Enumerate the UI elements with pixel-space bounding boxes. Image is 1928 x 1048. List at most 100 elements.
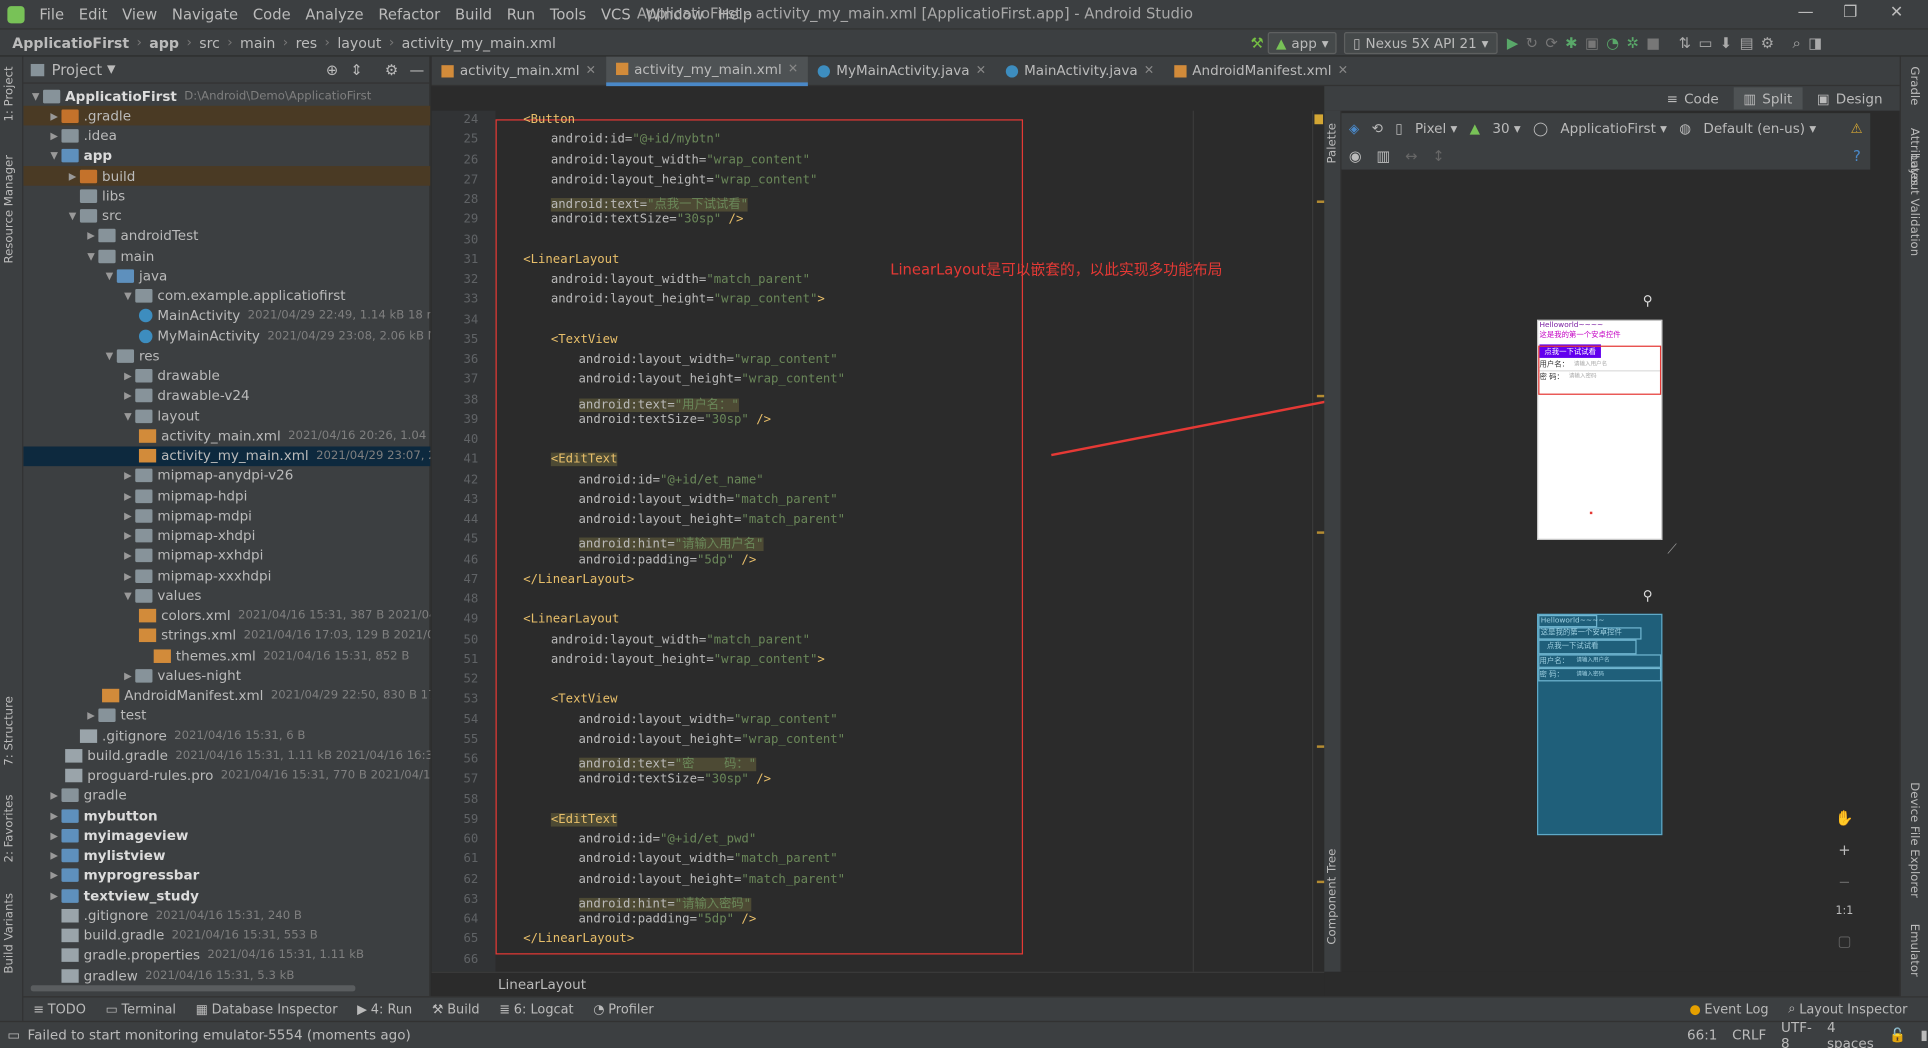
palette-tool-label[interactable]: Palette — [1326, 123, 1340, 163]
chevron-right-icon[interactable]: ▶ — [47, 890, 62, 901]
tree-item[interactable]: gradle.properties 2021/04/16 15:31, 1.11 … — [23, 946, 430, 966]
device-manager-icon[interactable]: ▤ — [1739, 32, 1753, 54]
tree-item[interactable]: ▶ build — [23, 166, 431, 186]
tree-item[interactable]: ▶ androidTest — [23, 226, 430, 246]
collapse-all-icon[interactable]: ⇕ — [350, 61, 362, 78]
structure-tool-label[interactable]: 7: Structure — [2, 696, 16, 765]
code-line[interactable]: android:padding="5dp" /> — [579, 553, 757, 567]
apply-code-icon[interactable]: ⟳ — [1545, 32, 1557, 54]
layout-validation-tool-label[interactable]: Layout Validation — [1907, 155, 1921, 256]
sdk-manager-icon[interactable]: ⬇ — [1720, 32, 1732, 54]
chevron-down-icon[interactable]: ▼ — [84, 250, 99, 261]
maximize-icon[interactable]: ❐ — [1843, 4, 1857, 22]
debug-icon[interactable]: ✱ — [1565, 32, 1577, 54]
tree-item[interactable]: ▶ mipmap-xxhdpi — [23, 546, 430, 566]
tree-item[interactable]: ▼ com.example.applicatiofirst — [23, 286, 430, 306]
attach-debugger-icon[interactable]: ✲ — [1626, 32, 1638, 54]
run-icon[interactable]: ▶ — [1507, 32, 1518, 54]
close-tab-icon[interactable]: ✕ — [586, 64, 596, 78]
chevron-right-icon[interactable]: ▶ — [121, 530, 136, 541]
code-line[interactable]: android:layout_height="wrap_content" — [551, 173, 818, 187]
ide-logo-icon[interactable]: ◨ — [1808, 32, 1822, 54]
tree-item[interactable]: ▶ mipmap-mdpi — [23, 506, 430, 526]
component-tree-tool-label[interactable]: Component Tree — [1326, 849, 1340, 945]
code-line[interactable]: android:id="@+id/mybtn" — [551, 133, 721, 147]
profile-icon[interactable]: ◔ — [1606, 32, 1619, 54]
view-mode-design[interactable]: ▣ Design — [1807, 87, 1892, 109]
breadcrumb-item[interactable]: src — [199, 34, 220, 51]
orientation-icon[interactable]: ⟲ — [1372, 120, 1383, 136]
code-line[interactable]: android:hint="请输入密码" — [578, 893, 752, 912]
eye-icon[interactable]: ◉ — [1349, 148, 1362, 165]
tool-database-inspector[interactable]: ▦ Database Inspector — [196, 1002, 338, 1017]
chevron-down-icon[interactable]: ▼ — [28, 90, 43, 101]
tool-6-logcat[interactable]: ≣ 6: Logcat — [499, 1002, 573, 1017]
design-device-select[interactable]: Pixel ▾ — [1415, 120, 1457, 136]
tree-item[interactable]: .gitignore 2021/04/16 15:31, 240 B — [23, 906, 430, 926]
tree-item[interactable]: ▶ gradle — [23, 786, 430, 806]
tree-item[interactable]: strings.xml 2021/04/16 17:03, 129 B 2021/… — [23, 626, 430, 646]
tree-item[interactable]: ▶ .idea — [23, 126, 430, 146]
chevron-down-icon[interactable]: ▼ — [107, 63, 116, 75]
tree-item[interactable]: ▶ test — [23, 706, 430, 726]
tree-item[interactable]: ▶ mipmap-xhdpi — [23, 526, 430, 546]
tool-todo[interactable]: ≡ TODO — [33, 1002, 86, 1017]
tree-item[interactable]: ▶ mipmap-hdpi — [23, 486, 430, 506]
code-line[interactable]: android:text="点我一下试试看" — [550, 193, 749, 212]
code-line[interactable]: android:layout_width="match_parent" — [551, 633, 810, 647]
tree-item[interactable]: ▼ layout — [23, 406, 430, 426]
pin-icon-2[interactable]: ⚲ — [1643, 588, 1653, 604]
indent-setting[interactable]: 4 spaces — [1827, 1019, 1874, 1048]
code-line[interactable]: <LinearLayout — [523, 613, 619, 627]
locate-icon[interactable]: ⊕ — [326, 61, 338, 78]
menu-tools[interactable]: Tools — [542, 6, 593, 23]
warning-stripe[interactable] — [1316, 200, 1325, 204]
chevron-right-icon[interactable]: ▶ — [121, 390, 136, 401]
chevron-right-icon[interactable]: ▶ — [121, 370, 136, 381]
tree-item[interactable]: ▼ java — [23, 266, 430, 286]
tree-item[interactable]: ▶ myimageview — [23, 826, 430, 846]
warning-stripe[interactable] — [1316, 530, 1325, 534]
tree-item[interactable]: ▼ res — [23, 346, 430, 366]
tree-item[interactable]: gradlew 2021/04/16 15:31, 5.3 kB — [23, 966, 430, 986]
device-file-explorer-tool-label[interactable]: Device File Explorer — [1907, 782, 1921, 898]
blueprint-preview[interactable]: Helloworld~~~~ 这是我的第一个安卓控件 点我一下试试看 用户名： 请… — [1537, 613, 1663, 836]
chevron-down-icon[interactable]: ▼ — [47, 150, 62, 161]
locale-select[interactable]: Default (en-us) ▾ — [1703, 120, 1816, 136]
tree-item[interactable]: AndroidManifest.xml 2021/04/29 22:50, 830… — [23, 686, 430, 706]
chevron-right-icon[interactable]: ▶ — [47, 850, 62, 861]
tree-item[interactable]: themes.xml 2021/04/16 15:31, 852 B — [23, 646, 430, 666]
code-line[interactable]: android:id="@+id/et_pwd" — [579, 833, 757, 847]
file-encoding[interactable]: UTF-8 — [1781, 1019, 1812, 1048]
line-separator[interactable]: CRLF — [1732, 1027, 1766, 1043]
stop-icon[interactable]: ■ — [1646, 32, 1660, 54]
close-tab-icon[interactable]: ✕ — [1338, 64, 1348, 78]
close-window-icon[interactable]: ✕ — [1890, 4, 1903, 22]
chevron-right-icon[interactable]: ▶ — [65, 170, 80, 181]
resource-manager-tool-label[interactable]: Resource Manager — [2, 155, 16, 264]
caret-position[interactable]: 66:1 — [1687, 1027, 1717, 1043]
chevron-right-icon[interactable]: ▶ — [47, 810, 62, 821]
tool-profiler[interactable]: ◔ Profiler — [593, 1002, 653, 1017]
sync-project-icon[interactable]: ⇅ — [1679, 32, 1691, 54]
chevron-right-icon[interactable]: ▶ — [47, 870, 62, 881]
tool-4-run[interactable]: ▶ 4: Run — [357, 1002, 412, 1017]
warning-icon[interactable]: ⚠ — [1851, 120, 1863, 136]
menu-file[interactable]: File — [32, 6, 71, 23]
code-line[interactable]: android:layout_height="match_parent" — [579, 513, 846, 527]
chevron-down-icon[interactable]: ▼ — [102, 270, 117, 281]
favorites-tool-label[interactable]: 2: Favorites — [2, 795, 16, 863]
tree-item[interactable]: MyMainActivity 2021/04/29 23:08, 2.06 kB … — [23, 326, 430, 346]
tree-item[interactable]: build.gradle 2021/04/16 15:31, 1.11 kB 20… — [23, 746, 430, 766]
code-line[interactable]: android:padding="5dp" /> — [579, 913, 757, 927]
chevron-right-icon[interactable]: ▶ — [47, 790, 62, 801]
tree-item[interactable]: ▼ app — [23, 146, 430, 166]
coverage-icon[interactable]: ▣ — [1585, 32, 1599, 54]
resize-handle-icon[interactable]: ⟋ — [1667, 541, 1676, 558]
code-line[interactable]: android:layout_height="wrap_content" — [579, 733, 846, 747]
pan-hand-icon[interactable]: ✋ — [1835, 809, 1853, 826]
chevron-right-icon[interactable]: ▶ — [84, 710, 99, 721]
chevron-right-icon[interactable]: ▶ — [84, 230, 99, 241]
tree-item[interactable]: ▶ .gradle — [23, 106, 431, 126]
code-line[interactable]: </LinearLayout> — [523, 933, 634, 947]
